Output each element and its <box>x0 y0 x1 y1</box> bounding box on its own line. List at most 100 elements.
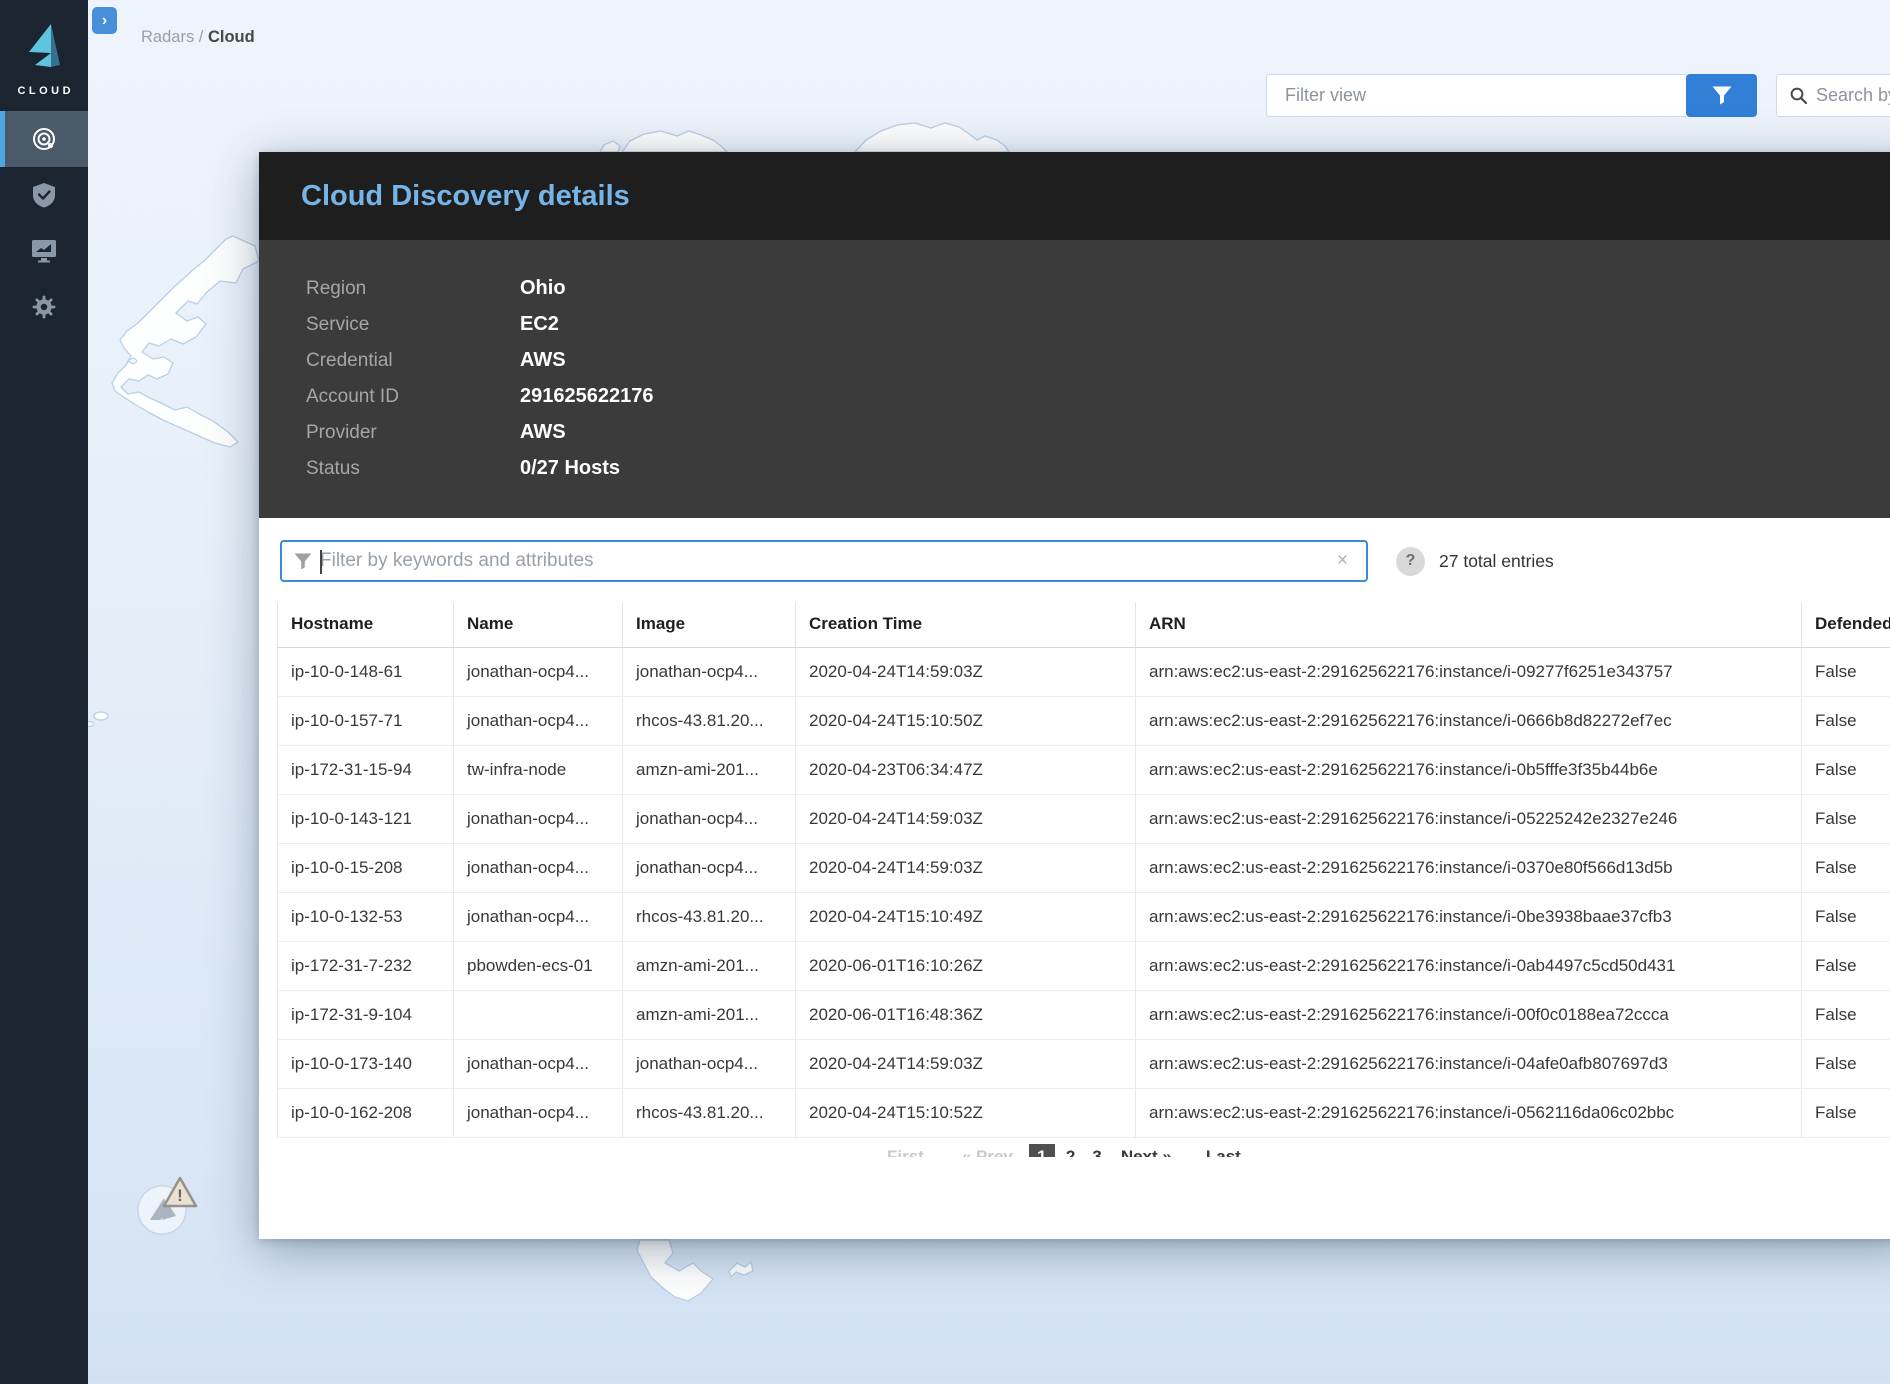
monitor-icon <box>32 240 56 263</box>
hostname-cell: ip-172-31-9-104 <box>277 990 454 1040</box>
column-header[interactable]: Defended <box>1801 602 1890 648</box>
table-row[interactable]: ip-10-0-148-61 jonathan-ocp4... jonathan-o… <box>277 647 1890 697</box>
shield-icon <box>33 183 55 208</box>
detail-row: Region Ohio <box>306 270 1890 306</box>
detail-value: EC2 <box>520 313 559 335</box>
detail-row: Status 0/27 Hosts <box>306 450 1890 486</box>
table-header-row: Hostname Name Image Creation Time ARN Defende… <box>277 602 1890 648</box>
sidebar: CLOUD <box>0 0 88 1384</box>
detail-value: AWS <box>520 349 566 371</box>
arn-cell: arn:aws:ec2:us-east-2:291625622176:insta… <box>1135 1039 1802 1089</box>
search-input[interactable] <box>1816 85 1890 106</box>
detail-row: Provider AWS <box>306 414 1890 450</box>
arn-cell: arn:aws:ec2:us-east-2:291625622176:insta… <box>1135 990 1802 1040</box>
breadcrumb: Radars / Cloud <box>141 28 255 47</box>
defended-cell: False <box>1801 892 1890 942</box>
pagination-1[interactable]: 1 <box>1028 1143 1055 1157</box>
filter-view-button[interactable] <box>1686 74 1757 117</box>
cloud-logo-icon <box>29 24 60 67</box>
funnel-icon <box>294 552 312 570</box>
chevron-right-icon: › <box>101 11 108 29</box>
breadcrumb-parent[interactable]: Radars <box>141 28 194 46</box>
defended-cell: False <box>1801 843 1890 893</box>
table-row[interactable]: ip-10-0-157-71 jonathan-ocp4... rhcos-43.8… <box>277 696 1890 746</box>
name-cell <box>453 990 623 1040</box>
hostname-cell: ip-10-0-148-61 <box>277 647 454 697</box>
sidebar-item-radars[interactable] <box>0 111 88 167</box>
help-icon[interactable]: ? <box>1396 546 1425 576</box>
clear-filter-icon[interactable]: × <box>1327 550 1366 572</box>
name-cell: jonathan-ocp4... <box>453 794 623 844</box>
creation-time-cell: 2020-04-24T14:59:03Z <box>795 843 1136 893</box>
column-header[interactable]: Hostname <box>277 602 454 648</box>
detail-label: Account ID <box>306 386 399 407</box>
detail-row: Credential AWS <box>306 342 1890 378</box>
discovery-details-panel: Region Ohio Service EC2 Credential AWS Account… <box>259 240 1890 518</box>
text-caret <box>320 550 322 574</box>
breadcrumb-separator: / <box>194 28 208 46</box>
table-row[interactable]: ip-172-31-15-94 tw-infra-node amzn-ami-201… <box>277 745 1890 795</box>
pagination: First « Prev 1 2 3 Next » Last <box>887 1143 1890 1158</box>
table-row[interactable]: ip-10-0-15-208 jonathan-ocp4... jonathan-o… <box>277 843 1890 893</box>
defended-cell: False <box>1801 941 1890 991</box>
name-cell: pbowden-ecs-01 <box>453 941 623 991</box>
sidebar-expand-button[interactable]: › <box>92 7 117 34</box>
defended-cell: False <box>1801 647 1890 697</box>
arn-cell: arn:aws:ec2:us-east-2:291625622176:insta… <box>1135 892 1802 942</box>
radar-icon <box>33 128 55 150</box>
arn-cell: arn:aws:ec2:us-east-2:291625622176:insta… <box>1135 696 1802 746</box>
image-cell: jonathan-ocp4... <box>622 794 796 844</box>
pagination-next[interactable]: Next » <box>1121 1147 1172 1158</box>
name-cell: jonathan-ocp4... <box>453 1039 623 1089</box>
name-cell: jonathan-ocp4... <box>453 843 623 893</box>
table-row[interactable]: ip-10-0-132-53 jonathan-ocp4... rhcos-43.8… <box>277 892 1890 942</box>
sidebar-item-monitor[interactable] <box>0 223 88 279</box>
column-header[interactable]: Name <box>453 602 623 648</box>
search-box[interactable] <box>1776 74 1890 117</box>
arn-cell: arn:aws:ec2:us-east-2:291625622176:insta… <box>1135 794 1802 844</box>
defended-cell: False <box>1801 745 1890 795</box>
table-filter-box: × <box>280 540 1368 582</box>
pagination-first: First <box>887 1146 924 1158</box>
gear-icon <box>32 295 56 319</box>
pagination-last[interactable]: Last <box>1206 1147 1241 1158</box>
detail-label: Region <box>306 278 367 299</box>
detail-label: Status <box>306 458 360 479</box>
detail-row: Service EC2 <box>306 306 1890 342</box>
hosts-table: Hostname Name Image Creation Time ARN Defende… <box>277 602 1890 1138</box>
table-filter-input[interactable] <box>320 550 1327 572</box>
defended-cell: False <box>1801 990 1890 1040</box>
defended-cell: False <box>1801 696 1890 746</box>
breadcrumb-current: Cloud <box>207 28 255 46</box>
creation-time-cell: 2020-04-24T14:59:03Z <box>795 794 1136 844</box>
creation-time-cell: 2020-04-24T14:59:03Z <box>795 1039 1136 1089</box>
arn-cell: arn:aws:ec2:us-east-2:291625622176:insta… <box>1135 1088 1802 1138</box>
hostname-cell: ip-10-0-173-140 <box>277 1039 454 1089</box>
defended-cell: False <box>1801 794 1890 844</box>
cloud-discovery-dialog: Cloud Discovery details Region Ohio Servic… <box>259 152 1890 1239</box>
column-header[interactable]: Image <box>622 602 796 648</box>
detail-value: 0/27 Hosts <box>520 457 621 479</box>
table-row[interactable]: ip-10-0-173-140 jonathan-ocp4... jonathan-… <box>277 1039 1890 1089</box>
pagination-3[interactable]: 3 <box>1092 1147 1101 1158</box>
image-cell: jonathan-ocp4... <box>622 843 796 893</box>
filter-view-input[interactable] <box>1266 74 1686 117</box>
hostname-cell: ip-10-0-162-208 <box>277 1088 454 1138</box>
arn-cell: arn:aws:ec2:us-east-2:291625622176:insta… <box>1135 941 1802 991</box>
column-header[interactable]: Creation Time <box>795 602 1136 648</box>
column-header[interactable]: ARN <box>1135 602 1802 648</box>
table-row[interactable]: ip-10-0-162-208 jonathan-ocp4... rhcos-43.… <box>277 1088 1890 1138</box>
pagination-2[interactable]: 2 <box>1066 1147 1075 1158</box>
name-cell: jonathan-ocp4... <box>453 892 623 942</box>
table-row[interactable]: ip-10-0-143-121 jonathan-ocp4... jonathan-… <box>277 794 1890 844</box>
dialog-body: × ? 27 total entries HostnameNameImageCr… <box>259 518 1890 1239</box>
sidebar-item-settings[interactable] <box>0 279 88 335</box>
hostname-cell: ip-10-0-157-71 <box>277 696 454 746</box>
table-row[interactable]: ip-172-31-9-104 amzn-ami-201... 2020-06-01… <box>277 990 1890 1040</box>
cloud-provider-marker[interactable]: ! <box>136 1168 200 1236</box>
detail-label: Credential <box>306 350 393 371</box>
sidebar-item-defend[interactable] <box>0 167 88 223</box>
table-row[interactable]: ip-172-31-7-232 pbowden-ecs-01 amzn-ami-20… <box>277 941 1890 991</box>
hostname-cell: ip-10-0-143-121 <box>277 794 454 844</box>
creation-time-cell: 2020-04-24T15:10:49Z <box>795 892 1136 942</box>
